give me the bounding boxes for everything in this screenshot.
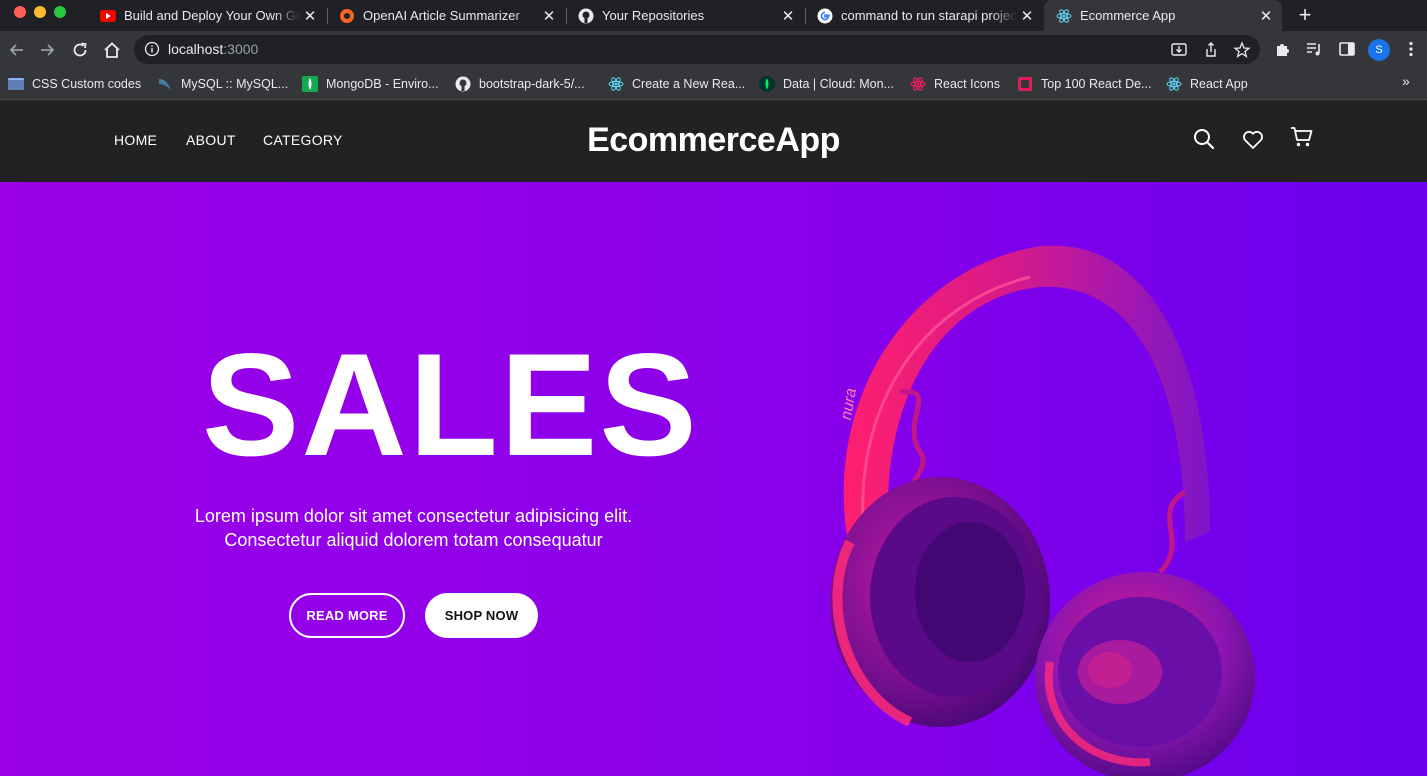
bookmark-label: Create a New Rea...: [632, 77, 746, 91]
bookmark-label: React App: [1190, 77, 1248, 91]
bookmark-label: Top 100 React De...: [1041, 77, 1152, 91]
react-icon: [1056, 8, 1072, 24]
bookmark-label: MySQL :: MySQL...: [181, 77, 289, 91]
react-icon: [608, 76, 624, 92]
hero-description-line: Consectetur aliquid dolorem totam conseq…: [224, 530, 603, 550]
url-port: :3000: [223, 41, 259, 57]
browser-tab[interactable]: Build and Deploy Your Own GPT ✕: [88, 0, 326, 31]
github-icon: [578, 8, 594, 24]
youtube-icon: [100, 8, 116, 24]
media-control-icon[interactable]: [1305, 40, 1323, 58]
tab-title: Your Repositories: [602, 8, 705, 23]
extensions-icon[interactable]: [1274, 40, 1292, 58]
heart-icon[interactable]: [1242, 130, 1264, 150]
tab-title: OpenAI Article Summarizer: [363, 8, 520, 23]
bookmark-item[interactable]: bootstrap-dark-5/...: [455, 74, 585, 94]
react-icons-icon: [910, 76, 926, 92]
new-tab-button[interactable]: +: [1294, 2, 1316, 28]
browser-tab[interactable]: Your Repositories ✕: [566, 0, 804, 31]
bookmark-item[interactable]: React App: [1166, 74, 1248, 94]
address-text[interactable]: localhost:3000: [168, 41, 258, 57]
reload-icon: [73, 42, 87, 57]
bookmark-item[interactable]: Data | Cloud: Mon...: [759, 74, 894, 94]
headphones-image: nura: [830, 245, 1255, 776]
profile-avatar[interactable]: S: [1368, 39, 1390, 61]
install-app-icon[interactable]: [1170, 41, 1188, 59]
bookmark-item[interactable]: CSS Custom codes: [8, 74, 141, 94]
back-button[interactable]: [6, 39, 28, 61]
browser-tab-bar: Build and Deploy Your Own GPT ✕ OpenAI A…: [0, 0, 1427, 31]
mongodb-icon: [302, 76, 318, 92]
bookmark-star-icon[interactable]: [1233, 41, 1251, 59]
bookmark-label: CSS Custom codes: [32, 77, 142, 91]
bookmarks-overflow-button[interactable]: »: [1402, 73, 1410, 89]
browser-tab[interactable]: OpenAI Article Summarizer ✕: [327, 0, 565, 31]
arrow-left-icon: [9, 44, 23, 56]
window-minimize-button[interactable]: [34, 6, 46, 18]
tab-title: Ecommerce App: [1080, 8, 1176, 23]
hero-title: SALES: [202, 323, 699, 486]
more-menu-icon[interactable]: [1404, 40, 1418, 58]
react-icon: [1166, 76, 1182, 92]
bookmark-item[interactable]: MongoDB - Enviro...: [302, 74, 439, 94]
reload-button[interactable]: [69, 39, 91, 61]
google-icon: [817, 8, 833, 24]
folder-icon: [8, 76, 24, 92]
arrow-right-icon: [41, 44, 55, 56]
cart-icon[interactable]: [1290, 126, 1314, 148]
home-icon: [104, 42, 120, 58]
site-info-icon[interactable]: [144, 41, 160, 57]
bookmarks-bar: CSS Custom codes MySQL :: MySQL... Mongo…: [0, 68, 1427, 100]
mysql-icon: [157, 76, 173, 92]
address-bar[interactable]: localhost:3000: [134, 35, 1260, 64]
openai-summarizer-icon: [339, 8, 355, 24]
hero-banner: SALES Lorem ipsum dolor sit amet consect…: [0, 182, 1427, 776]
github-icon: [455, 76, 471, 92]
tab-close-icon[interactable]: ✕: [1256, 7, 1276, 25]
bookmark-label: bootstrap-dark-5/...: [479, 77, 585, 91]
bookmark-label: MongoDB - Enviro...: [326, 77, 439, 91]
bookmark-item[interactable]: Top 100 React De...: [1017, 74, 1151, 94]
read-more-button[interactable]: READ MORE: [289, 593, 405, 638]
home-button[interactable]: [101, 39, 123, 61]
bookmark-label: Data | Cloud: Mon...: [783, 77, 894, 91]
bookmark-item[interactable]: React Icons: [910, 74, 1000, 94]
tab-title: Build and Deploy Your Own GPT: [124, 8, 300, 23]
window-close-button[interactable]: [14, 6, 26, 18]
bookmark-label: React Icons: [934, 77, 1001, 91]
square-icon: [1017, 76, 1033, 92]
bookmark-item[interactable]: Create a New Rea...: [608, 74, 745, 94]
tab-close-icon[interactable]: ✕: [539, 7, 559, 25]
tab-close-icon[interactable]: ✕: [1017, 7, 1037, 25]
tab-close-icon[interactable]: ✕: [300, 7, 320, 25]
site-navbar: HOME ABOUT CATEGORY EcommerceApp: [0, 100, 1427, 182]
hero-description-line: Lorem ipsum dolor sit amet consectetur a…: [194, 506, 633, 526]
tab-close-icon[interactable]: ✕: [778, 7, 798, 25]
browser-tab[interactable]: command to run starapi project ✕: [805, 0, 1043, 31]
search-icon[interactable]: [1193, 128, 1215, 150]
url-host: localhost: [168, 41, 224, 57]
window-zoom-button[interactable]: [54, 6, 66, 18]
forward-button[interactable]: [36, 39, 58, 61]
tab-title: command to run starapi project: [841, 8, 1017, 23]
shop-now-button[interactable]: SHOP NOW: [425, 593, 538, 638]
browser-tab-active[interactable]: Ecommerce App ✕: [1044, 0, 1282, 31]
hero-description: Lorem ipsum dolor sit amet consectetur a…: [186, 504, 641, 552]
mongodb-leaf-icon: [759, 76, 775, 92]
side-panel-icon[interactable]: [1338, 40, 1356, 58]
share-icon[interactable]: [1202, 41, 1220, 59]
bookmark-item[interactable]: MySQL :: MySQL...: [157, 74, 288, 94]
browser-toolbar: localhost:3000 S: [0, 31, 1427, 68]
